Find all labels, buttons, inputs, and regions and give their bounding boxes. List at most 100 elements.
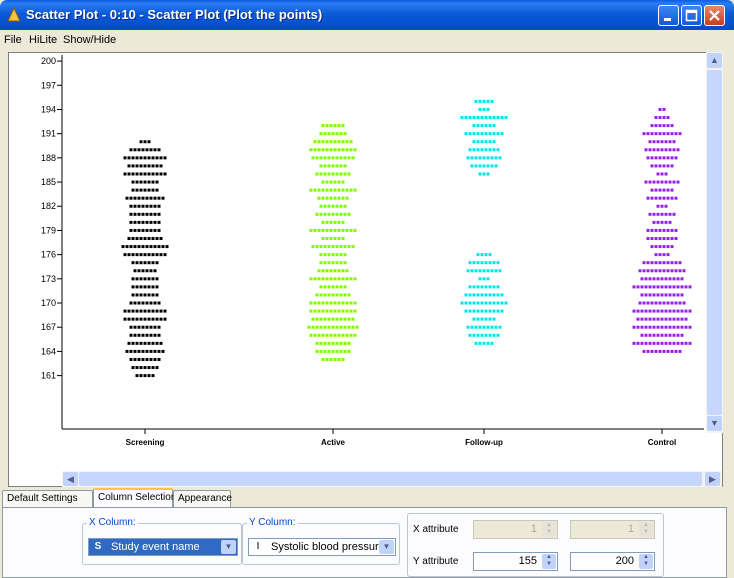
data-point xyxy=(331,164,335,168)
y-column-select[interactable]: I Systolic blood pressure ▼ xyxy=(248,538,396,556)
data-point xyxy=(486,172,490,176)
data-point xyxy=(666,245,670,249)
window-title: Scatter Plot - 0:10 - Scatter Plot (Plot… xyxy=(26,7,323,22)
title-bar[interactable]: Scatter Plot - 0:10 - Scatter Plot (Plot… xyxy=(0,0,734,30)
spinner-arrows-icon: ▲ ▼ xyxy=(542,522,556,537)
data-point xyxy=(335,253,339,257)
data-point xyxy=(317,148,321,152)
data-point xyxy=(151,341,155,345)
scroll-right-button[interactable]: ▶ xyxy=(705,472,720,486)
integer-type-icon: I xyxy=(256,541,260,552)
data-point xyxy=(668,293,672,297)
vertical-scroll-thumb[interactable] xyxy=(707,70,722,415)
spinner-arrows-icon: ▲ ▼ xyxy=(639,522,653,537)
data-point xyxy=(141,333,145,337)
horizontal-scroll-thumb[interactable] xyxy=(79,472,702,486)
data-point xyxy=(478,107,482,111)
data-point xyxy=(484,309,488,313)
data-point xyxy=(472,285,476,289)
close-icon xyxy=(709,10,720,21)
menu-show-hide[interactable]: Show/Hide xyxy=(63,34,116,46)
data-point xyxy=(482,269,486,273)
data-point xyxy=(496,132,500,136)
data-point xyxy=(339,341,343,345)
chevron-down-icon[interactable]: ▼ xyxy=(221,540,236,554)
data-point xyxy=(474,156,478,160)
data-point xyxy=(664,220,668,224)
data-point xyxy=(155,285,159,289)
scroll-down-button[interactable]: ▼ xyxy=(707,416,722,431)
data-point xyxy=(642,269,646,273)
data-point xyxy=(488,124,492,128)
y-max-spinner[interactable]: 200 ▲ ▼ xyxy=(570,552,655,571)
x-column-select[interactable]: S Study event name ▼ xyxy=(88,538,238,556)
close-button[interactable] xyxy=(704,5,725,26)
data-point xyxy=(347,156,351,160)
horizontal-scrollbar[interactable]: ◀ ▶ xyxy=(62,471,722,487)
y-min-spinner[interactable]: 155 ▲ ▼ xyxy=(473,552,558,571)
minimize-button[interactable] xyxy=(658,5,679,26)
data-point xyxy=(139,374,143,378)
data-point xyxy=(676,309,680,313)
data-point xyxy=(143,156,147,160)
data-point xyxy=(151,188,155,192)
data-point xyxy=(139,164,143,168)
data-point xyxy=(321,301,325,305)
data-point xyxy=(329,309,333,313)
data-point xyxy=(492,293,496,297)
data-point xyxy=(153,325,157,329)
data-point xyxy=(484,333,488,337)
menu-hilite[interactable]: HiLite xyxy=(29,34,57,46)
data-point xyxy=(654,349,658,353)
data-point xyxy=(674,261,678,265)
data-point xyxy=(668,333,672,337)
data-point xyxy=(129,220,133,224)
maximize-button[interactable] xyxy=(681,5,702,26)
spinner-arrows-icon[interactable]: ▲ ▼ xyxy=(542,554,556,569)
scroll-left-button[interactable]: ◀ xyxy=(63,472,78,486)
data-point xyxy=(486,164,490,168)
data-point xyxy=(143,261,147,265)
data-point xyxy=(133,325,137,329)
data-point xyxy=(149,204,153,208)
data-point xyxy=(345,140,349,144)
data-point xyxy=(640,341,644,345)
x-max-spinner: 1 ▲ ▼ xyxy=(570,520,655,539)
data-point xyxy=(313,277,317,281)
data-point xyxy=(650,269,654,273)
data-point xyxy=(151,156,155,160)
tab-default-settings[interactable]: Default Settings xyxy=(2,490,93,507)
data-point xyxy=(666,196,670,200)
data-point xyxy=(155,317,159,321)
data-point xyxy=(339,172,343,176)
data-point xyxy=(137,325,141,329)
data-point xyxy=(347,341,351,345)
data-point xyxy=(341,188,345,192)
x-column-group: X Column: S Study event name ▼ xyxy=(82,517,242,565)
vertical-scrollbar[interactable]: ▲ ▼ xyxy=(706,52,723,433)
menu-file[interactable]: File xyxy=(4,34,22,46)
y-attribute-label: Y attribute xyxy=(413,556,459,567)
data-point xyxy=(159,164,163,168)
data-point xyxy=(484,301,488,305)
data-point xyxy=(632,325,636,329)
data-point xyxy=(157,148,161,152)
data-point xyxy=(490,99,494,103)
data-point xyxy=(145,228,149,232)
data-point xyxy=(327,325,331,329)
tab-column-selection[interactable]: Column Selection xyxy=(93,488,176,508)
data-point xyxy=(153,333,157,337)
spinner-arrows-icon[interactable]: ▲ ▼ xyxy=(639,554,653,569)
data-point xyxy=(157,301,161,305)
data-point xyxy=(674,156,678,160)
data-point xyxy=(135,366,139,370)
scatter-plot-chart[interactable]: 161 164 167 170 173 176 179 182 185 188 191 194 197 2… xyxy=(9,53,706,471)
data-point xyxy=(478,341,482,345)
data-point xyxy=(335,293,339,297)
data-point xyxy=(654,164,658,168)
data-point xyxy=(666,253,670,257)
scroll-up-button[interactable]: ▲ xyxy=(707,53,722,68)
data-point xyxy=(341,301,345,305)
tab-appearance[interactable]: Appearance xyxy=(173,490,232,507)
chevron-down-icon[interactable]: ▼ xyxy=(379,540,394,554)
